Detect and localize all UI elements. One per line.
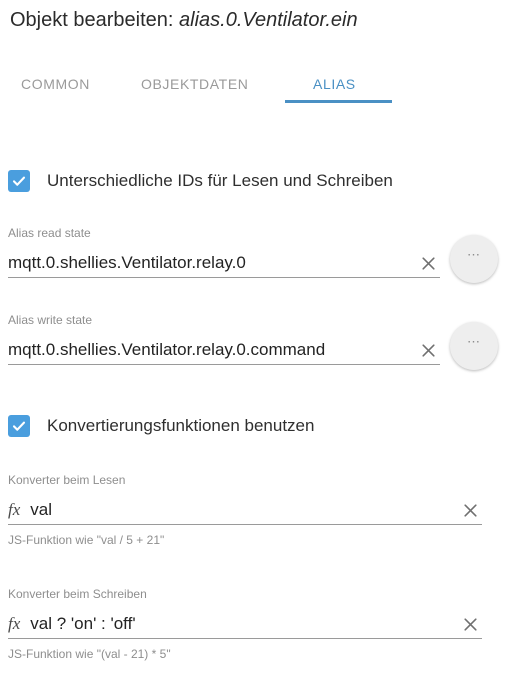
field-alias-write-state: Alias write state (8, 313, 440, 365)
ellipsis-icon: ⋯ (467, 334, 481, 349)
page-title-object-id: alias.0.Ventilator.ein (179, 9, 358, 31)
field-control-converter-read[interactable]: fx (8, 496, 482, 525)
field-helper-converter-write: JS-Funktion wie "(val - 21) * 5" (8, 647, 171, 661)
field-converter-write: Konverter beim Schreiben fx JS-Funktion … (8, 587, 482, 661)
field-label-converter-read: Konverter beim Lesen (8, 473, 126, 487)
page-title-static: Objekt bearbeiten: (10, 9, 174, 31)
tab-objektdaten[interactable]: OBJEKTDATEN (141, 68, 248, 100)
field-label-alias-write-state: Alias write state (8, 313, 93, 327)
converter-write-input[interactable] (30, 613, 458, 635)
clear-converter-write-button[interactable] (458, 612, 482, 636)
tab-common[interactable]: COMMON (21, 68, 90, 100)
browse-alias-write-state-button[interactable]: ⋯ (450, 322, 498, 370)
fx-icon: fx (8, 614, 21, 633)
field-label-alias-read-state: Alias read state (8, 226, 91, 240)
checkbox-row-use-converters[interactable]: Konvertierungsfunktionen benutzen (8, 415, 314, 437)
tab-bar: COMMON OBJEKTDATEN ALIAS (0, 68, 510, 114)
page-title: Objekt bearbeiten: alias.0.Ventilator.ei… (10, 7, 358, 33)
ellipsis-icon: ⋯ (467, 247, 481, 262)
clear-converter-read-button[interactable] (458, 498, 482, 522)
fx-icon: fx (8, 500, 21, 519)
checkbox-checked-icon[interactable] (8, 170, 30, 192)
edit-object-dialog: Objekt bearbeiten: alias.0.Ventilator.ei… (0, 0, 510, 685)
checkbox-checked-icon[interactable] (8, 415, 30, 437)
alias-read-state-input[interactable] (8, 252, 416, 274)
alias-write-state-input[interactable] (8, 339, 416, 361)
clear-alias-read-state-button[interactable] (416, 251, 440, 275)
tab-alias[interactable]: ALIAS (313, 68, 356, 100)
clear-alias-write-state-button[interactable] (416, 338, 440, 362)
field-control-converter-write[interactable]: fx (8, 610, 482, 639)
checkbox-row-different-ids[interactable]: Unterschiedliche IDs für Lesen und Schre… (8, 170, 393, 192)
field-label-converter-write: Konverter beim Schreiben (8, 587, 147, 601)
checkbox-label-different-ids: Unterschiedliche IDs für Lesen und Schre… (47, 171, 393, 190)
field-converter-read: Konverter beim Lesen fx JS-Funktion wie … (8, 473, 482, 547)
checkbox-label-use-converters: Konvertierungsfunktionen benutzen (47, 416, 315, 435)
converter-read-input[interactable] (30, 499, 458, 521)
field-control-alias-write-state[interactable] (8, 336, 440, 365)
field-helper-converter-read: JS-Funktion wie "val / 5 + 21" (8, 533, 165, 547)
tab-active-indicator (285, 100, 392, 103)
browse-alias-read-state-button[interactable]: ⋯ (450, 235, 498, 283)
field-control-alias-read-state[interactable] (8, 249, 440, 278)
field-alias-read-state: Alias read state (8, 226, 440, 278)
